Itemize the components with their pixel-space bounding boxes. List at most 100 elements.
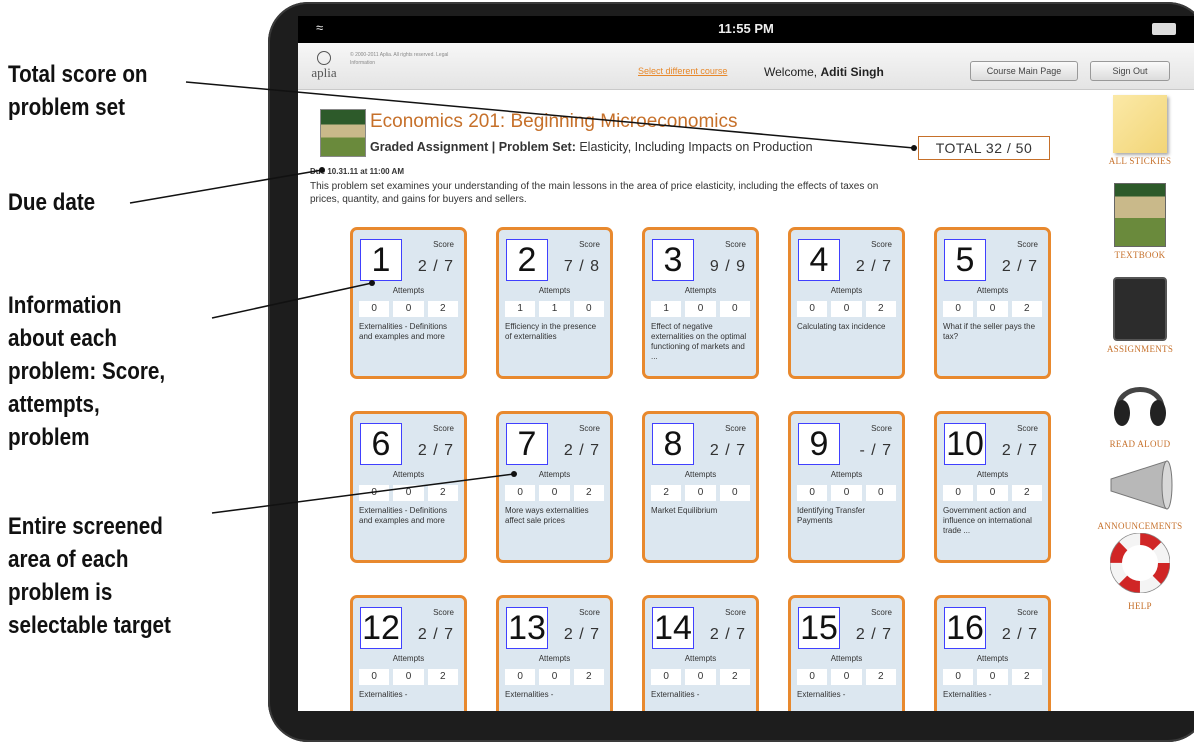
attempt-count: 2 xyxy=(1011,485,1042,501)
sidebar-item-announcements[interactable]: Announcements xyxy=(1090,457,1190,531)
assignment-description: This problem set examines your understan… xyxy=(310,181,879,205)
attempts-label: Attempts xyxy=(392,286,425,295)
sidebar-item-assignments[interactable]: Assignments xyxy=(1090,277,1190,354)
problem-card[interactable]: 13 Score 2 / 7 Attempts 0 0 2 Externalities - xyxy=(496,595,613,711)
attempt-count: 0 xyxy=(719,485,750,501)
problem-number: 4 xyxy=(798,239,840,281)
problem-title: Externalities - xyxy=(651,690,700,699)
attempt-count: 2 xyxy=(651,485,682,501)
annotation-line: Information xyxy=(8,292,122,319)
problem-number: 3 xyxy=(652,239,694,281)
sign-out-button[interactable]: Sign Out xyxy=(1090,61,1170,81)
problem-card[interactable]: 7 Score 2 / 7 Attempts 0 0 2 More ways external… xyxy=(496,411,613,563)
problem-card[interactable]: 1 Score 2 / 7 Attempts 0 0 2 Externalities - De… xyxy=(350,227,467,379)
attempt-count: 2 xyxy=(1011,301,1042,317)
problem-title: Externalities - xyxy=(359,690,408,699)
attempts-label: Attempts xyxy=(976,470,1009,479)
annotation-line: attempts, xyxy=(8,391,100,418)
score-label: Score xyxy=(1017,424,1038,433)
attempts-row: 100 xyxy=(651,301,750,317)
assignment-heading: Graded Assignment | Problem Set: Elastic… xyxy=(370,140,813,154)
problem-card[interactable]: 2 Score 7 / 8 Attempts 1 1 0 Efficiency in the … xyxy=(496,227,613,379)
annotation-total-score: Total score on problem set xyxy=(8,58,148,124)
problem-card[interactable]: 14 Score 2 / 7 Attempts 0 0 2 Externalities - xyxy=(642,595,759,711)
problem-card[interactable]: 8 Score 2 / 7 Attempts 2 0 0 Market Equilibrium xyxy=(642,411,759,563)
problem-card[interactable]: 9 Score - / 7 Attempts 0 0 0 Identifying Transf… xyxy=(788,411,905,563)
attempt-count: 0 xyxy=(685,669,716,685)
annotation-line: problem set xyxy=(8,94,125,121)
course-main-page-button[interactable]: Course Main Page xyxy=(970,61,1078,81)
attempt-count: 2 xyxy=(1011,669,1042,685)
problem-card[interactable]: 10 Score 2 / 7 Attempts 0 0 2 Government action… xyxy=(934,411,1051,563)
status-time: 11:55 PM xyxy=(718,21,774,36)
attempt-count: 0 xyxy=(393,669,424,685)
problem-card[interactable]: 15 Score 2 / 7 Attempts 0 0 2 Externalities - xyxy=(788,595,905,711)
attempt-count: 0 xyxy=(977,669,1008,685)
problem-score: 2 / 7 xyxy=(1001,258,1038,275)
annotation-line: problem is xyxy=(8,579,113,606)
problem-title: Externalities - Definitions and examples… xyxy=(359,322,448,341)
attempt-count: 0 xyxy=(797,669,828,685)
attempts-row: 002 xyxy=(359,669,458,685)
attempt-count: 0 xyxy=(865,485,896,501)
score-label: Score xyxy=(725,424,746,433)
sidebar-item-textbook[interactable]: Textbook xyxy=(1090,183,1190,260)
score-label: Score xyxy=(579,424,600,433)
annotation-selectable: Entire screened area of each problem is … xyxy=(8,510,171,642)
due-date: Due 10.31.11 at 11:00 AM xyxy=(310,167,404,176)
attempt-count: 0 xyxy=(539,485,570,501)
attempts-label: Attempts xyxy=(684,286,717,295)
attempt-count: 0 xyxy=(685,301,716,317)
problem-card[interactable]: 3 Score 9 / 9 Attempts 1 0 0 Effect of negative… xyxy=(642,227,759,379)
problem-title: Effect of negative externalities on the … xyxy=(651,322,747,361)
sidebar-item-help[interactable]: Help xyxy=(1090,532,1190,611)
attempt-count: 2 xyxy=(865,301,896,317)
attempts-row: 002 xyxy=(359,301,458,317)
assignment-label: Graded Assignment | Problem Set: xyxy=(370,140,576,154)
sidebar-item-all-stickies[interactable]: All Stickies xyxy=(1090,95,1190,166)
attempt-count: 0 xyxy=(393,485,424,501)
sidebar-label: Assignments xyxy=(1106,344,1174,354)
score-label: Score xyxy=(1017,240,1038,249)
problem-score: 2 / 7 xyxy=(563,626,600,643)
score-label: Score xyxy=(579,240,600,249)
problem-card[interactable]: 12 Score 2 / 7 Attempts 0 0 2 Externalities - xyxy=(350,595,467,711)
annotation-line: Total score on xyxy=(8,61,148,88)
battery-icon xyxy=(1152,23,1176,35)
annotation-line: selectable target xyxy=(8,612,171,639)
attempts-row: 000 xyxy=(797,485,896,501)
score-label: Score xyxy=(871,240,892,249)
attempts-row: 002 xyxy=(943,301,1042,317)
problem-title: What if the seller pays the tax? xyxy=(943,322,1036,341)
problem-score: 7 / 8 xyxy=(563,258,600,275)
problem-number: 5 xyxy=(944,239,986,281)
attempts-label: Attempts xyxy=(392,470,425,479)
attempt-count: 0 xyxy=(359,669,390,685)
select-course-link[interactable]: Select different course xyxy=(638,66,727,76)
problem-title: Calculating tax incidence xyxy=(797,322,886,331)
sidebar-label: Help xyxy=(1128,601,1152,611)
attempts-row: 002 xyxy=(359,485,458,501)
problem-title: More ways externalities affect sale pric… xyxy=(505,506,589,525)
megaphone-icon xyxy=(1110,460,1173,510)
problem-card[interactable]: 6 Score 2 / 7 Attempts 0 0 2 Externalities - De… xyxy=(350,411,467,563)
attempts-row: 002 xyxy=(505,669,604,685)
total-score: TOTAL 32 / 50 xyxy=(918,136,1050,160)
attempts-row: 002 xyxy=(943,669,1042,685)
attempts-label: Attempts xyxy=(976,286,1009,295)
problem-title: Market Equilibrium xyxy=(651,506,718,515)
problem-title: Externalities - xyxy=(797,690,846,699)
problem-card[interactable]: 4 Score 2 / 7 Attempts 0 0 2 Calculating tax in… xyxy=(788,227,905,379)
attempts-row: 110 xyxy=(505,301,604,317)
attempts-label: Attempts xyxy=(538,286,571,295)
problem-card[interactable]: 16 Score 2 / 7 Attempts 0 0 2 Externalities - xyxy=(934,595,1051,711)
attempt-count: 1 xyxy=(651,301,682,317)
problem-score: 2 / 7 xyxy=(417,442,454,459)
problem-card[interactable]: 5 Score 2 / 7 Attempts 0 0 2 What if the seller… xyxy=(934,227,1051,379)
attempt-count: 0 xyxy=(943,485,974,501)
problem-score: 2 / 7 xyxy=(563,442,600,459)
sidebar-item-read-aloud[interactable]: Read Aloud xyxy=(1090,373,1190,449)
problem-number: 14 xyxy=(652,607,694,649)
attempt-count: 2 xyxy=(573,669,604,685)
attempt-count: 0 xyxy=(943,669,974,685)
